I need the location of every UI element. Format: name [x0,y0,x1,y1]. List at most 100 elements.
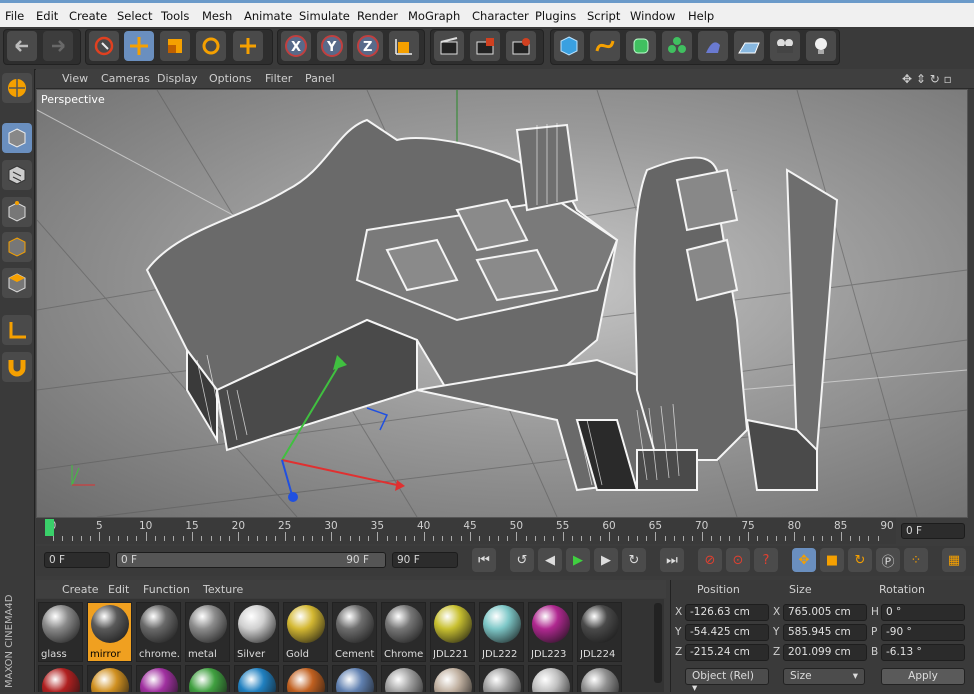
material-swatch[interactable]: JDL224 [577,602,622,662]
z-axis-icon[interactable]: Z [353,31,383,61]
menu-mograph[interactable]: MoGraph [408,9,460,23]
material-swatch[interactable] [528,665,573,692]
coordinate-system-icon[interactable] [389,31,419,61]
live-selection-icon[interactable] [89,31,119,61]
viewport-menu-panel[interactable]: Panel [305,72,335,85]
material-swatch[interactable]: chrome. [136,602,181,662]
menu-plugins[interactable]: Plugins [535,9,576,23]
deformer-icon[interactable] [698,31,728,61]
key-rotation-icon[interactable]: ↻ [848,548,872,572]
menu-window[interactable]: Window [630,9,675,23]
menu-create[interactable]: Create [69,9,107,23]
size-mode-dropdown[interactable]: Size ▾ [783,668,865,685]
material-swatch[interactable] [430,665,475,692]
add-icon[interactable] [233,31,263,61]
cloner-icon[interactable] [662,31,692,61]
floor-icon[interactable] [734,31,764,61]
previous-key-icon[interactable]: ↺ [510,548,534,572]
material-swatch[interactable]: Chrome [381,602,426,662]
model-mode-icon[interactable] [2,73,32,103]
material-swatch[interactable] [577,665,622,692]
start-frame-field[interactable]: 0 F [44,552,110,568]
material-swatch[interactable] [38,665,83,692]
position-field[interactable]: -54.425 cm [685,624,769,641]
edges-mode-icon[interactable] [2,232,32,262]
key-pla-icon[interactable]: ⁘ [904,548,928,572]
viewport-menu-view[interactable]: View [62,72,88,85]
material-swatch[interactable] [136,665,181,692]
viewport-menu-cameras[interactable]: Cameras [101,72,150,85]
frame-field[interactable]: 0 F [901,523,965,539]
timeline-ruler[interactable]: 051015202530354045505560657075808590 [36,518,896,544]
menu-simulate[interactable]: Simulate [299,9,350,23]
camera-icon[interactable] [770,31,800,61]
menu-file[interactable]: File [5,9,24,23]
next-key-icon[interactable]: ↻ [622,548,646,572]
next-frame-icon[interactable]: ▶ [594,548,618,572]
position-field[interactable]: -126.63 cm [685,604,769,621]
position-field[interactable]: -215.24 cm [685,644,769,661]
keyframe-selection-icon[interactable]: ? [754,548,778,572]
viewport-menu-filter[interactable]: Filter [265,72,292,85]
material-swatch[interactable]: Cement [332,602,377,662]
perspective-viewport[interactable]: Perspective [36,89,968,518]
rotation-field[interactable]: 0 ° [881,604,965,621]
subdivision-surface-icon[interactable] [626,31,656,61]
material-swatch[interactable] [234,665,279,692]
texture-mode-icon[interactable] [2,160,32,190]
record-active-icon[interactable]: ⊘ [698,548,722,572]
key-position-icon[interactable]: ✥ [792,548,816,572]
timeline-window-icon[interactable]: ▦ [942,548,966,572]
material-swatch[interactable]: JDL223 [528,602,573,662]
material-menu-create[interactable]: Create [62,583,99,596]
material-swatch[interactable] [283,665,328,692]
material-swatch[interactable]: JDL221 [430,602,475,662]
material-swatch[interactable] [87,665,132,692]
material-menu-edit[interactable]: Edit [108,583,129,596]
menu-tools[interactable]: Tools [161,9,189,23]
cube-icon[interactable] [554,31,584,61]
material-swatch[interactable]: mirror [87,602,132,662]
snap-magnet-icon[interactable] [2,352,32,382]
material-swatch[interactable]: glass [38,602,83,662]
autokey-icon[interactable]: ⊙ [726,548,750,572]
menu-render[interactable]: Render [357,9,398,23]
menu-mesh[interactable]: Mesh [202,9,232,23]
material-swatch[interactable]: JDL222 [479,602,524,662]
frame-range-slider[interactable]: 0 F 90 F [116,552,386,568]
material-swatch[interactable] [332,665,377,692]
undo-icon[interactable] [7,31,37,61]
axis-mode-icon[interactable] [2,315,32,345]
material-swatch[interactable] [381,665,426,692]
material-swatch[interactable]: Silver [234,602,279,662]
menu-character[interactable]: Character [472,9,529,23]
menu-animate[interactable]: Animate [244,9,292,23]
move-icon[interactable] [124,31,154,61]
material-scrollbar[interactable] [654,603,662,683]
render-picture-viewer-icon[interactable] [470,31,500,61]
viewport-menu-display[interactable]: Display [157,72,198,85]
material-swatch[interactable] [185,665,230,692]
menu-select[interactable]: Select [117,9,152,23]
size-field[interactable]: 201.099 cm [783,644,867,661]
key-parameter-icon[interactable]: Ⓟ [876,548,900,572]
menu-script[interactable]: Script [587,9,620,23]
size-field[interactable]: 585.945 cm [783,624,867,641]
menu-help[interactable]: Help [688,9,714,23]
viewport-nav-icons[interactable]: ✥ ⇕ ↻ ▫ [902,72,952,86]
material-swatch[interactable] [479,665,524,692]
render-view-icon[interactable] [434,31,464,61]
play-icon[interactable]: ▶ [566,548,590,572]
material-menu-function[interactable]: Function [143,583,190,596]
material-menu-texture[interactable]: Texture [203,583,243,596]
material-swatch[interactable]: Gold [283,602,328,662]
goto-start-icon[interactable]: ⏮ [472,548,496,572]
redo-icon[interactable] [43,31,73,61]
previous-frame-icon[interactable]: ◀ [538,548,562,572]
points-mode-icon[interactable] [2,197,32,227]
viewport-menu-options[interactable]: Options [209,72,251,85]
render-settings-icon[interactable] [506,31,536,61]
rotate-icon[interactable] [196,31,226,61]
y-axis-icon[interactable]: Y [317,31,347,61]
goto-end-icon[interactable]: ⏭ [660,548,684,572]
